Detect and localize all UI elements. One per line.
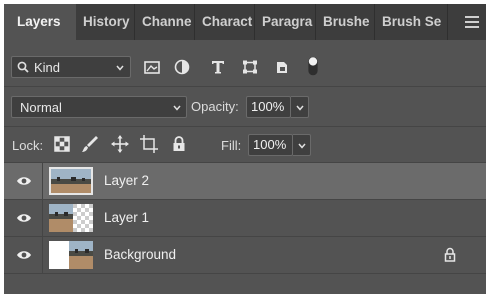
layer-name[interactable]: Layer 1 xyxy=(104,210,149,225)
filter-kind-select[interactable]: Kind xyxy=(11,56,131,78)
eye-icon[interactable] xyxy=(16,249,32,261)
lock-label: Lock: xyxy=(12,138,44,153)
layer-name[interactable]: Layer 2 xyxy=(104,173,149,188)
fill-field[interactable]: 100% xyxy=(248,134,293,156)
fill-slider-button[interactable] xyxy=(293,134,311,156)
background-photo-thumbnail-icon xyxy=(49,241,93,269)
smart-object-filter-icon[interactable] xyxy=(272,55,292,79)
chevron-down-icon xyxy=(173,105,181,111)
layer-thumbnail[interactable] xyxy=(49,167,93,195)
lock-all-icon[interactable] xyxy=(169,134,189,154)
chevron-down-icon xyxy=(298,143,306,149)
layer-row-layer-1[interactable]: Layer 1 xyxy=(4,200,486,236)
shape-filter-icon[interactable] xyxy=(240,55,260,79)
tab-character[interactable]: Charact xyxy=(195,4,255,40)
tab-paragraph[interactable]: Paragra xyxy=(255,4,316,40)
tab-brushes[interactable]: Brushe xyxy=(316,4,375,40)
panel-tab-bar: Layers History Channe Charact Paragra Br… xyxy=(4,4,486,40)
visibility-column-divider xyxy=(42,163,43,199)
tab-channels[interactable]: Channe xyxy=(135,4,195,40)
image-filter-icon[interactable] xyxy=(142,55,162,79)
adjustment-filter-icon[interactable] xyxy=(172,55,192,79)
layer-separator xyxy=(4,273,486,274)
visibility-column-divider xyxy=(42,200,43,236)
layer-name[interactable]: Background xyxy=(104,247,176,262)
lock-icon[interactable] xyxy=(444,247,456,262)
opacity-label: Opacity: xyxy=(191,99,239,114)
transparent-photo-thumbnail-icon xyxy=(49,204,93,232)
eye-icon[interactable] xyxy=(16,212,32,224)
opacity-slider-button[interactable] xyxy=(291,96,309,118)
lock-artboard-icon[interactable] xyxy=(139,134,159,154)
lock-image-pixels-icon[interactable] xyxy=(80,134,100,154)
panel-menu-icon[interactable] xyxy=(465,16,479,28)
blend-mode-select[interactable]: Normal xyxy=(11,96,187,118)
search-icon xyxy=(17,61,29,73)
layer-row-background[interactable]: Background xyxy=(4,237,486,273)
layer-row-layer-2[interactable]: Layer 2 xyxy=(4,163,486,199)
layer-thumbnail[interactable] xyxy=(49,204,93,232)
lock-position-icon[interactable] xyxy=(110,134,130,154)
tab-brush-settings[interactable]: Brush Se xyxy=(375,4,448,40)
blend-divider xyxy=(4,126,486,127)
opacity-field[interactable]: 100% xyxy=(246,96,291,118)
filter-kind-label: Kind xyxy=(34,60,61,75)
tab-history[interactable]: History xyxy=(76,4,135,40)
eye-icon[interactable] xyxy=(16,175,32,187)
photo-thumbnail-icon xyxy=(51,169,91,193)
lock-transparent-pixels-icon[interactable] xyxy=(52,134,72,154)
layer-thumbnail[interactable] xyxy=(49,241,93,269)
filter-toggle-icon[interactable] xyxy=(303,55,323,79)
chevron-down-icon xyxy=(296,105,304,111)
tab-layers[interactable]: Layers xyxy=(4,4,76,40)
filter-divider xyxy=(4,86,486,87)
fill-label: Fill: xyxy=(221,138,242,153)
chevron-down-icon xyxy=(116,65,124,71)
layers-panel: Layers History Channe Charact Paragra Br… xyxy=(4,4,486,294)
visibility-column-divider xyxy=(42,237,43,273)
blend-mode-label: Normal xyxy=(20,100,62,115)
type-filter-icon[interactable] xyxy=(208,55,228,79)
